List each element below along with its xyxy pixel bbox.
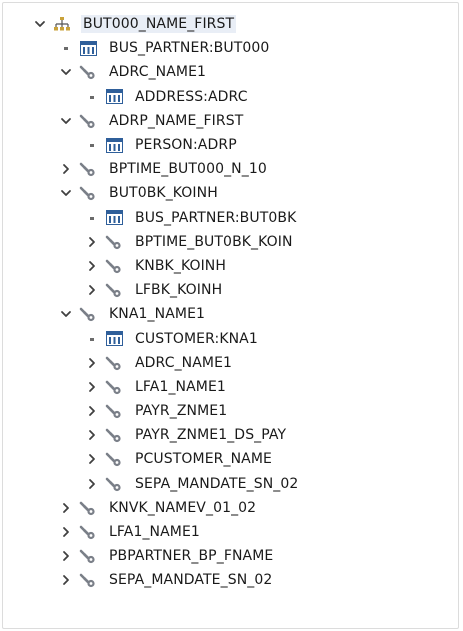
tree-node-label[interactable]: PAYR_ZNME1_DS_PAY: [133, 426, 288, 444]
key-icon: [79, 113, 97, 129]
tree-node-label[interactable]: ADRP_NAME_FIRST: [107, 112, 245, 130]
table-icon: [79, 40, 97, 56]
key-icon: [105, 282, 123, 298]
chevron-right-icon[interactable]: [85, 452, 99, 466]
chevron-down-icon[interactable]: [59, 307, 73, 321]
tree-node[interactable]: ADDRESS:ADRC: [3, 85, 458, 109]
chevron-right-icon[interactable]: [85, 259, 99, 273]
table-icon: [105, 210, 123, 226]
tree-node-label[interactable]: LFA1_NAME1: [107, 523, 202, 541]
leaf-bullet-icon: [85, 332, 99, 346]
tree-node[interactable]: LFA1_NAME1: [3, 375, 458, 399]
tree-node[interactable]: KNA1_NAME1: [3, 302, 458, 326]
tree-node-label[interactable]: BUT000_NAME_FIRST: [81, 15, 237, 34]
tree-node[interactable]: ADRP_NAME_FIRST: [3, 109, 458, 133]
chevron-right-icon[interactable]: [85, 235, 99, 249]
table-icon: [105, 331, 123, 347]
chevron-down-icon[interactable]: [59, 114, 73, 128]
tree-node-label[interactable]: KNVK_NAMEV_01_02: [107, 499, 258, 517]
leaf-bullet-icon: [85, 211, 99, 225]
key-icon: [105, 451, 123, 467]
chevron-right-icon[interactable]: [85, 380, 99, 394]
tree-node[interactable]: BPTIME_BUT0BK_KOIN: [3, 230, 458, 254]
tree-node[interactable]: LFBK_KOINH: [3, 278, 458, 302]
key-icon: [79, 306, 97, 322]
tree-node-label[interactable]: ADDRESS:ADRC: [133, 88, 250, 106]
key-icon: [105, 427, 123, 443]
key-icon: [79, 185, 97, 201]
chevron-right-icon[interactable]: [59, 501, 73, 515]
tree-node[interactable]: BUT0BK_KOINH: [3, 181, 458, 205]
chevron-right-icon[interactable]: [85, 283, 99, 297]
table-icon: [105, 137, 123, 153]
tree-node-label[interactable]: ADRC_NAME1: [133, 354, 234, 372]
key-icon: [79, 524, 97, 540]
chevron-right-icon[interactable]: [85, 404, 99, 418]
chevron-right-icon[interactable]: [59, 525, 73, 539]
tree-node[interactable]: PBPARTNER_BP_FNAME: [3, 544, 458, 568]
tree-node-label[interactable]: BPTIME_BUT000_N_10: [107, 160, 269, 178]
key-icon: [79, 500, 97, 516]
tree-node[interactable]: PCUSTOMER_NAME: [3, 447, 458, 471]
tree-node[interactable]: PAYR_ZNME1: [3, 399, 458, 423]
tree-panel: BUT000_NAME_FIRST BUS_PARTNER:BUT000 ADRC_…: [2, 2, 459, 629]
tree-node[interactable]: BPTIME_BUT000_N_10: [3, 157, 458, 181]
key-icon: [105, 234, 123, 250]
index-tree: BUT000_NAME_FIRST BUS_PARTNER:BUT000 ADRC_…: [3, 12, 458, 593]
tree-node-label[interactable]: SEPA_MANDATE_SN_02: [107, 571, 274, 589]
tree-node-label[interactable]: PAYR_ZNME1: [133, 402, 229, 420]
key-icon: [105, 379, 123, 395]
tree-node-label[interactable]: PCUSTOMER_NAME: [133, 450, 274, 468]
chevron-down-icon[interactable]: [59, 186, 73, 200]
tree-node[interactable]: LFA1_NAME1: [3, 520, 458, 544]
tree-node-label[interactable]: BUS_PARTNER:BUT0BK: [133, 209, 298, 227]
tree-node-label[interactable]: KNA1_NAME1: [107, 305, 207, 323]
tree-node-label[interactable]: BPTIME_BUT0BK_KOIN: [133, 233, 295, 251]
chevron-right-icon[interactable]: [85, 428, 99, 442]
tree-node-label[interactable]: KNBK_KOINH: [133, 257, 228, 275]
chevron-down-icon[interactable]: [33, 17, 47, 31]
tree-node[interactable]: SEPA_MANDATE_SN_02: [3, 472, 458, 496]
leaf-bullet-icon: [59, 41, 73, 55]
tree-node[interactable]: PERSON:ADRP: [3, 133, 458, 157]
tree-node[interactable]: PAYR_ZNME1_DS_PAY: [3, 423, 458, 447]
tree-node[interactable]: BUS_PARTNER:BUT0BK: [3, 206, 458, 230]
tree-node[interactable]: KNVK_NAMEV_01_02: [3, 496, 458, 520]
leaf-bullet-icon: [85, 90, 99, 104]
tree-node[interactable]: BUT000_NAME_FIRST: [3, 12, 458, 36]
tree-node-label[interactable]: CUSTOMER:KNA1: [133, 330, 260, 348]
key-icon: [105, 355, 123, 371]
tree-node-label[interactable]: PBPARTNER_BP_FNAME: [107, 547, 275, 565]
chevron-down-icon[interactable]: [59, 65, 73, 79]
tree-node-label[interactable]: LFA1_NAME1: [133, 378, 228, 396]
key-icon: [105, 476, 123, 492]
tree-node[interactable]: SEPA_MANDATE_SN_02: [3, 568, 458, 592]
key-icon: [79, 572, 97, 588]
hierarchy-icon: [53, 16, 71, 32]
chevron-right-icon[interactable]: [59, 162, 73, 176]
key-icon: [79, 548, 97, 564]
tree-node-label[interactable]: ADRC_NAME1: [107, 63, 208, 81]
key-icon: [79, 64, 97, 80]
tree-node-label[interactable]: PERSON:ADRP: [133, 136, 239, 154]
key-icon: [105, 258, 123, 274]
key-icon: [105, 403, 123, 419]
key-icon: [79, 161, 97, 177]
tree-node[interactable]: CUSTOMER:KNA1: [3, 326, 458, 350]
tree-node[interactable]: KNBK_KOINH: [3, 254, 458, 278]
tree-node[interactable]: BUS_PARTNER:BUT000: [3, 36, 458, 60]
chevron-right-icon[interactable]: [59, 573, 73, 587]
tree-node-label[interactable]: BUS_PARTNER:BUT000: [107, 39, 271, 57]
leaf-bullet-icon: [85, 138, 99, 152]
chevron-right-icon[interactable]: [59, 549, 73, 563]
tree-node-label[interactable]: LFBK_KOINH: [133, 281, 224, 299]
chevron-right-icon[interactable]: [85, 356, 99, 370]
tree-node[interactable]: ADRC_NAME1: [3, 60, 458, 84]
tree-node-label[interactable]: SEPA_MANDATE_SN_02: [133, 475, 300, 493]
tree-node[interactable]: ADRC_NAME1: [3, 351, 458, 375]
table-icon: [105, 89, 123, 105]
chevron-right-icon[interactable]: [85, 477, 99, 491]
tree-node-label[interactable]: BUT0BK_KOINH: [107, 184, 220, 202]
